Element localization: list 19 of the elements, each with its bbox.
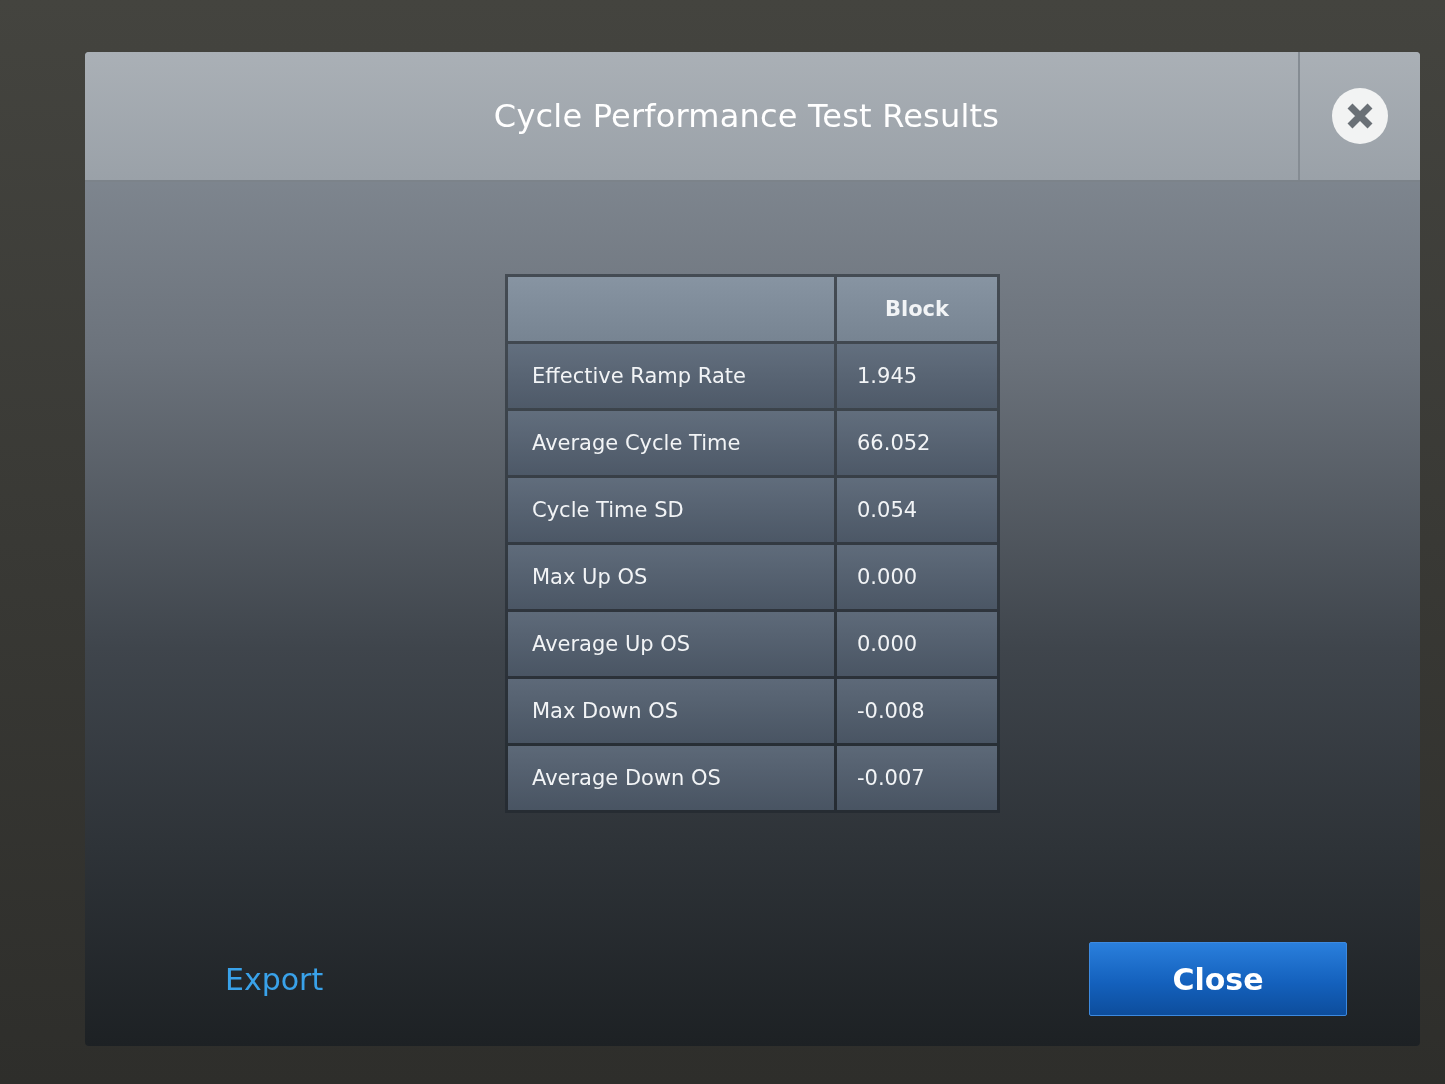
table-cell: -0.007 — [837, 746, 997, 810]
dialog-title: Cycle Performance Test Results — [493, 97, 1000, 135]
export-link[interactable]: Export — [225, 961, 324, 997]
row-label: Max Down OS — [508, 679, 834, 743]
table-cell: 1.945 — [837, 344, 997, 408]
table-cell: 0.000 — [837, 545, 997, 609]
row-label: Average Down OS — [508, 746, 834, 810]
column-header: Block — [837, 277, 997, 341]
table-cell: -0.008 — [837, 679, 997, 743]
row-label: Average Up OS — [508, 612, 834, 676]
table-cell: 0.054 — [837, 478, 997, 542]
table-cell: 66.052 — [837, 411, 997, 475]
table-cell: 0.000 — [837, 612, 997, 676]
row-label: Cycle Time SD — [508, 478, 834, 542]
close-button[interactable]: Close — [1089, 942, 1347, 1016]
row-label: Max Up OS — [508, 545, 834, 609]
close-icon[interactable] — [1332, 88, 1388, 144]
row-label: Effective Ramp Rate — [508, 344, 834, 408]
row-label: Average Cycle Time — [508, 411, 834, 475]
